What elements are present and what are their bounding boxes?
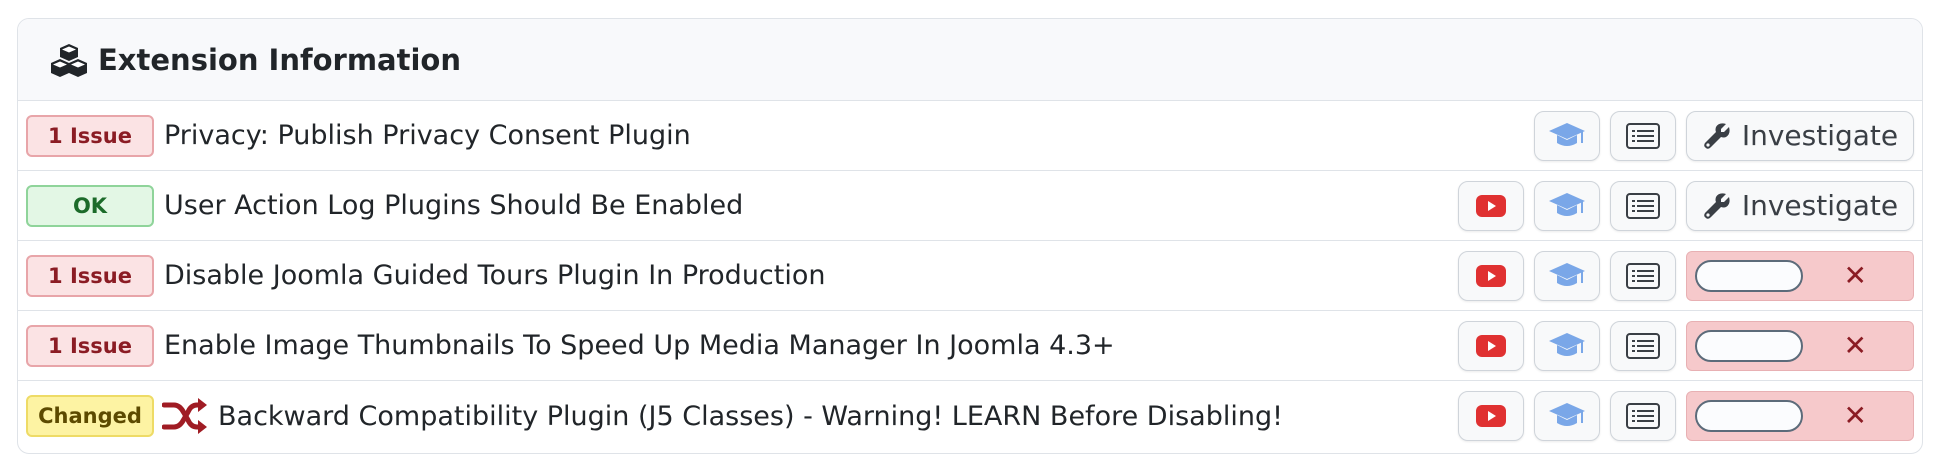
status-badge: 1 Issue <box>26 254 154 297</box>
investigate-label: Investigate <box>1741 119 1899 152</box>
status-badge: Changed <box>26 395 154 437</box>
learn-button[interactable] <box>1534 320 1600 371</box>
graduation-cap-icon <box>1549 262 1585 286</box>
row-actions: Investigate <box>1534 110 1914 161</box>
video-button[interactable] <box>1458 250 1524 301</box>
row-actions: Investigate <box>1458 180 1914 231</box>
details-button[interactable] <box>1610 391 1676 441</box>
check-row: OK User Action Log Plugins Should Be Enab… <box>18 171 1922 241</box>
toggle-switch[interactable] <box>1695 400 1803 432</box>
graduation-cap-icon <box>1549 192 1585 216</box>
learn-button[interactable] <box>1534 180 1600 231</box>
panel-title: Extension Information <box>98 42 461 77</box>
list-icon <box>1626 122 1660 149</box>
plugin-toggle[interactable]: ✕ <box>1686 391 1914 441</box>
toggle-switch[interactable] <box>1695 259 1803 292</box>
extension-information-panel: Extension Information 1 Issue Privacy: Pu… <box>17 18 1923 454</box>
learn-button[interactable] <box>1534 110 1600 161</box>
check-label: User Action Log Plugins Should Be Enable… <box>164 190 744 221</box>
youtube-icon <box>1476 194 1506 217</box>
details-button[interactable] <box>1610 250 1676 301</box>
toggle-switch[interactable] <box>1695 329 1803 362</box>
investigate-button[interactable]: Investigate <box>1686 110 1914 161</box>
youtube-icon <box>1476 405 1506 427</box>
wrench-icon <box>1704 122 1730 149</box>
investigate-label: Investigate <box>1741 189 1899 222</box>
list-icon <box>1626 192 1660 219</box>
video-button[interactable] <box>1458 320 1524 371</box>
close-icon: ✕ <box>1843 328 1867 362</box>
wrench-icon <box>1704 192 1730 219</box>
close-icon: ✕ <box>1843 258 1867 292</box>
check-row: 1 Issue Enable Image Thumbnails To Speed … <box>18 311 1922 381</box>
details-button[interactable] <box>1610 110 1676 161</box>
status-badge: 1 Issue <box>26 324 154 367</box>
video-button[interactable] <box>1458 180 1524 231</box>
cubes-icon <box>51 43 87 77</box>
check-label: Privacy: Publish Privacy Consent Plugin <box>164 120 691 151</box>
check-row: Changed Backward Compatibility Plugin (J5… <box>18 381 1922 451</box>
details-button[interactable] <box>1610 320 1676 371</box>
row-actions: ✕ <box>1458 320 1914 371</box>
learn-button[interactable] <box>1534 391 1600 441</box>
check-label: Backward Compatibility Plugin (J5 Classe… <box>218 400 1283 432</box>
list-icon <box>1626 332 1660 359</box>
video-button[interactable] <box>1458 391 1524 441</box>
check-label: Enable Image Thumbnails To Speed Up Medi… <box>164 330 1115 361</box>
youtube-icon <box>1476 264 1506 287</box>
panel-header: Extension Information <box>18 19 1922 101</box>
status-badge: 1 Issue <box>26 114 154 157</box>
plugin-toggle[interactable]: ✕ <box>1686 320 1914 371</box>
learn-button[interactable] <box>1534 250 1600 301</box>
check-row: 1 Issue Privacy: Publish Privacy Consent … <box>18 101 1922 171</box>
graduation-cap-icon <box>1549 403 1585 426</box>
details-button[interactable] <box>1610 180 1676 231</box>
check-row: 1 Issue Disable Joomla Guided Tours Plugi… <box>18 241 1922 311</box>
youtube-icon <box>1476 334 1506 357</box>
status-badge: OK <box>26 184 154 227</box>
plugin-toggle[interactable]: ✕ <box>1686 250 1914 301</box>
check-label: Disable Joomla Guided Tours Plugin In Pr… <box>164 260 826 291</box>
row-actions: ✕ <box>1458 391 1914 441</box>
shuffle-icon <box>162 398 207 434</box>
graduation-cap-icon <box>1549 332 1585 356</box>
graduation-cap-icon <box>1549 122 1585 146</box>
row-actions: ✕ <box>1458 250 1914 301</box>
close-icon: ✕ <box>1843 399 1867 432</box>
list-icon <box>1626 262 1660 289</box>
investigate-button[interactable]: Investigate <box>1686 180 1914 231</box>
list-icon <box>1626 403 1660 429</box>
